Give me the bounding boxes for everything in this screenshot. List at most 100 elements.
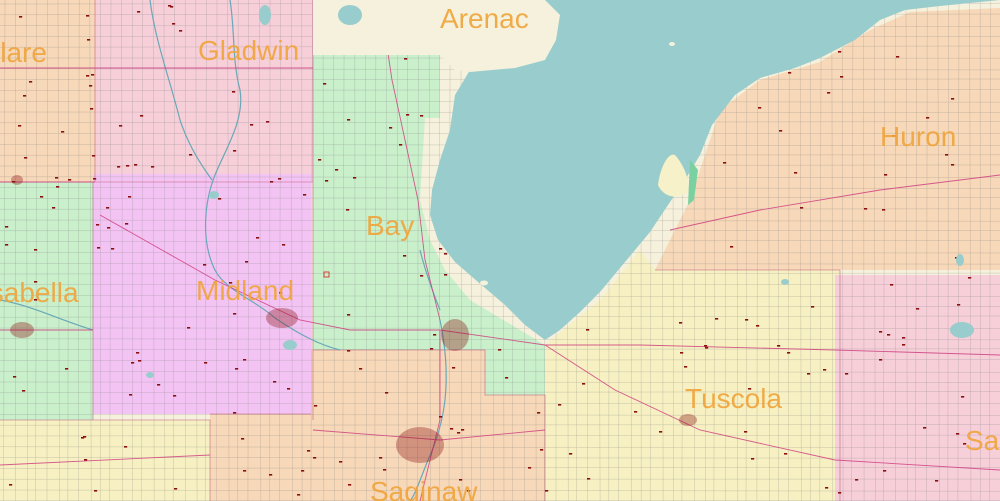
town-marker [420,115,424,117]
county-label-huron: Huron [880,121,956,152]
city-caro[interactable] [679,414,697,426]
town-marker [916,308,920,310]
inland-lake [283,340,297,350]
town-marker [383,469,387,471]
town-marker [704,345,708,347]
town-marker [24,157,28,159]
town-marker [890,284,894,286]
town-marker [823,369,827,371]
town-marker [91,74,95,76]
town-marker [243,470,247,472]
town-marker [90,108,94,110]
town-marker [297,494,301,496]
town-marker [347,350,351,352]
city-clare[interactable] [11,175,23,185]
town-marker [287,388,291,390]
town-marker [505,377,509,379]
map-view[interactable]: Clare Gladwin Arenac Isabella Midland Ba… [0,0,1000,501]
town-marker [18,125,22,127]
town-marker [19,16,23,18]
town-marker [157,384,161,386]
town-marker [715,318,719,320]
county-label-sanilac: Sa [965,425,1000,456]
town-marker [93,178,97,180]
town-marker [233,412,237,414]
map-canvas[interactable]: Clare Gladwin Arenac Isabella Midland Ba… [0,0,1000,501]
town-marker [269,474,273,476]
town-marker [128,196,132,198]
town-marker [540,449,544,451]
town-marker [794,172,798,174]
town-marker [125,223,129,225]
town-marker [323,83,327,85]
town-marker [659,431,663,433]
town-marker [81,437,85,439]
town-marker [218,198,222,200]
town-marker [235,368,239,370]
city-midland[interactable] [266,308,298,328]
town-marker [84,459,88,461]
town-marker [779,130,783,132]
town-marker [278,178,282,180]
town-marker [97,247,101,249]
county-area-gratiot[interactable] [0,420,210,501]
town-marker [582,383,586,385]
town-marker [684,366,688,368]
city-mount-pleasant[interactable] [10,322,34,338]
county-label-bay: Bay [366,210,414,241]
city-bay-city[interactable] [441,319,469,351]
town-marker [883,470,887,472]
town-marker [56,186,60,188]
town-marker [173,395,177,397]
town-marker [5,244,9,246]
town-marker [86,75,90,77]
town-marker [241,438,245,440]
city-saginaw[interactable] [396,427,444,463]
town-marker [558,404,562,406]
town-marker [94,490,98,492]
county-label-clare: Clare [0,37,47,68]
inland-lake [338,5,362,25]
town-marker [151,166,155,168]
town-marker [827,92,831,94]
town-marker [433,334,437,336]
town-marker [29,81,33,83]
town-marker [134,164,138,166]
town-marker [807,373,811,375]
town-marker [245,261,249,263]
town-marker [111,248,115,250]
town-marker [457,432,461,434]
town-marker [61,131,65,133]
town-marker [34,249,38,251]
town-marker [956,433,960,435]
town-marker [957,304,961,306]
town-marker [777,345,781,347]
town-marker [744,431,748,433]
town-marker [270,181,274,183]
town-marker [756,325,760,327]
town-marker [887,334,891,336]
town-marker [935,480,939,482]
town-marker [406,114,410,116]
town-marker [89,85,93,87]
county-label-midland: Midland [196,275,294,306]
inland-lake [781,279,789,285]
town-marker [587,478,591,480]
town-marker [65,368,69,370]
town-marker [233,150,237,152]
town-marker [117,166,121,168]
town-marker [825,487,829,489]
town-marker [864,208,868,210]
town-marker [879,359,883,361]
town-marker [348,484,352,486]
town-marker [347,314,351,316]
town-marker [359,368,363,370]
town-marker [896,56,900,58]
town-marker [126,165,130,167]
town-marker [250,124,254,126]
town-marker [140,115,144,117]
town-marker [124,446,128,448]
town-marker [450,428,454,430]
town-marker [96,224,100,226]
county-label-saginaw: Saginaw [370,476,478,501]
